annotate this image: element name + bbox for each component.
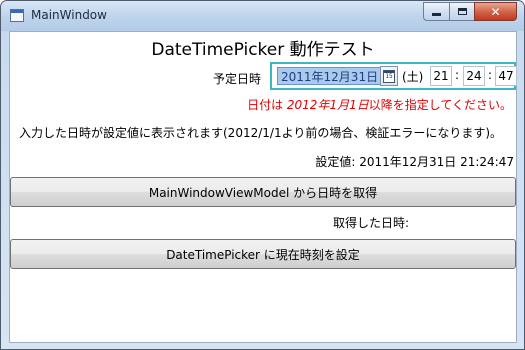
client-area: DateTimePicker 動作テスト 予定日時 2011年12月31日 15…: [9, 31, 517, 343]
retrieved-datetime-label: 取得した日時:: [333, 216, 410, 230]
validation-error: 日付は 2012年1月1日以降を指定してください。: [247, 96, 512, 113]
window-icon[interactable]: [10, 9, 24, 22]
set-current-time-button[interactable]: DateTimePicker に現在時刻を設定: [10, 239, 516, 269]
datetime-picker[interactable]: 2011年12月31日 15 (土) 21 : 24 : 47: [270, 62, 517, 90]
title-bar[interactable]: MainWindow ✕: [1, 1, 524, 31]
info-text: 入力した日時が設定値に表示されます(2012/1/1より前の場合、検証エラーにな…: [19, 126, 503, 140]
weekday-text: (土): [402, 70, 424, 84]
page-title: DateTimePicker 動作テスト: [151, 40, 375, 60]
date-input[interactable]: 2011年12月31日: [277, 67, 383, 85]
minimize-button[interactable]: [423, 2, 449, 21]
minimize-icon: [432, 13, 441, 16]
second-field[interactable]: 47: [495, 66, 517, 86]
set-value-label: 設定値:: [315, 155, 356, 169]
calendar-icon: 15: [383, 70, 395, 83]
scheduled-datetime-label: 予定日時: [213, 72, 262, 86]
main-window: MainWindow ✕ DateTimePicker 動作テスト 予定日時 2…: [0, 0, 525, 350]
hour-field[interactable]: 21: [430, 66, 452, 86]
close-icon: ✕: [490, 4, 501, 19]
calendar-button[interactable]: 15: [380, 66, 398, 86]
set-value-text: 2011年12月31日 21:24:47: [359, 155, 514, 169]
validation-error-date: 2012年1月1日: [286, 98, 369, 112]
maximize-icon: [457, 8, 467, 15]
window-title: MainWindow: [31, 8, 107, 22]
validation-error-prefix: 日付は: [247, 98, 287, 112]
time-separator: :: [488, 68, 493, 82]
maximize-button[interactable]: [449, 2, 474, 21]
get-from-viewmodel-button[interactable]: MainWindowViewModel から日時を取得: [10, 177, 516, 207]
close-button[interactable]: ✕: [474, 2, 517, 21]
minute-field[interactable]: 24: [463, 66, 485, 86]
validation-error-suffix: 以降を指定してください。: [368, 98, 512, 112]
set-value-row: 設定値: 2011年12月31日 21:24:47: [315, 153, 514, 170]
time-separator: :: [455, 68, 460, 82]
caption-buttons: ✕: [423, 2, 517, 21]
